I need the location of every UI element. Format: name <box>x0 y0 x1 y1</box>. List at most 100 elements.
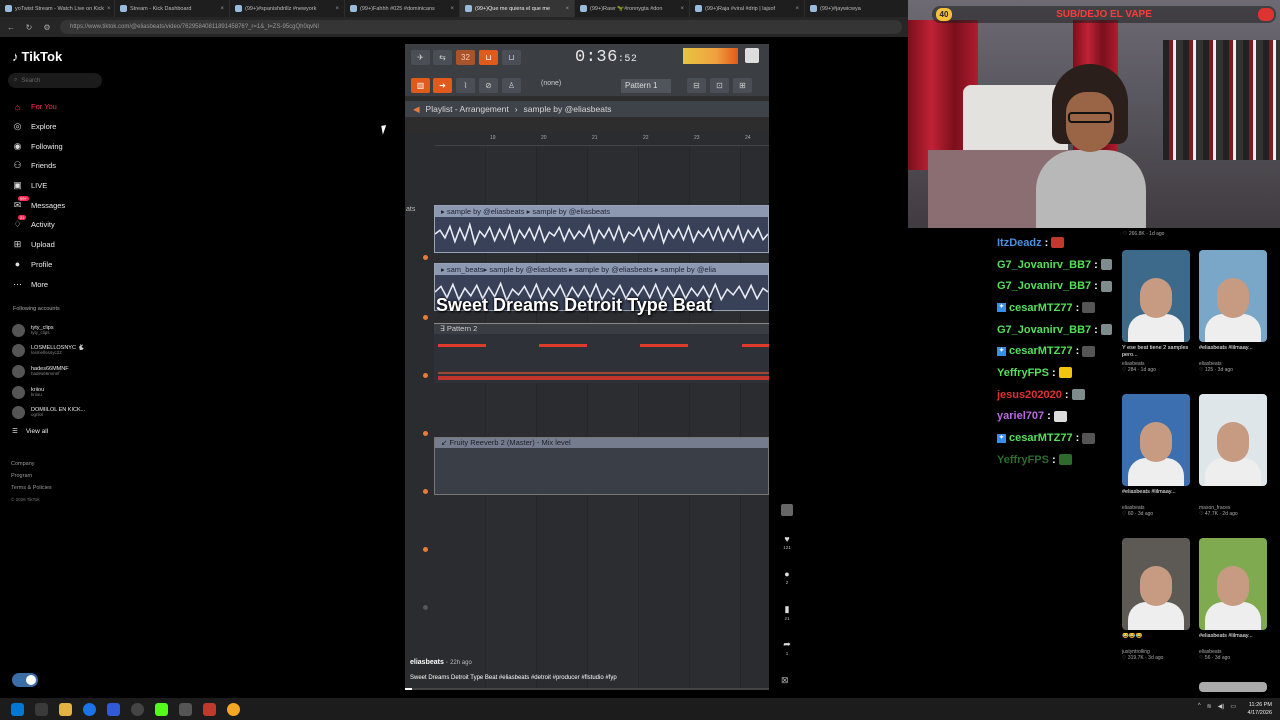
video-card[interactable]: mason_fraces ♡ 47.7K · 2d ago <box>1199 394 1269 517</box>
tiktok-logo[interactable]: ♪ TikTok <box>12 49 62 64</box>
video-card[interactable]: #eliasbeats #lilmaay... eliasbeats ♡ 125 ·… <box>1199 250 1269 373</box>
file-explorer-icon[interactable] <box>59 702 72 716</box>
taskbar-clock[interactable]: 11:26 PM 4/17/2026 <box>1248 701 1272 717</box>
settings-icon[interactable] <box>179 702 192 716</box>
browser-tab[interactable]: Stream - Kick Dashboard × <box>115 0 230 17</box>
video-player[interactable]: ✈ ⇆ 32 ⊔ ⊔ 0:36:52 ▥ ➜ ⌇ ⊘ ♙ (none) Patt… <box>405 44 769 690</box>
following-account[interactable]: hades66MMNF hades66mmnf <box>12 361 132 382</box>
video-thumbnail[interactable] <box>1199 250 1267 342</box>
account-handle: hades66mmnf <box>31 371 60 377</box>
browser-tab[interactable]: (99+)#jaywicwya× <box>805 0 908 17</box>
video-thumbnail[interactable] <box>1122 250 1190 342</box>
heart-button[interactable]: ♥ 121 <box>778 534 796 550</box>
video-thumbnail[interactable] <box>1199 394 1267 486</box>
chat-username[interactable]: cesarMTZ77 <box>1009 302 1073 314</box>
chat-username[interactable]: ItzDeadz <box>997 237 1042 249</box>
chat-username[interactable]: cesarMTZ77 <box>1009 432 1073 444</box>
nav-item-explore[interactable]: ◎ Explore <box>12 117 132 137</box>
author-avatar[interactable] <box>778 504 796 518</box>
chat-username[interactable]: jesus202020 <box>997 389 1062 401</box>
nav-item-friends[interactable]: ⚇ Friends <box>12 156 132 176</box>
chat-colon: : <box>1051 453 1056 466</box>
clock-date: 4/17/2026 <box>1247 710 1272 716</box>
following-account[interactable]: DOMIILOL EN KICK... ogrilol <box>12 402 132 423</box>
nav-item-messages[interactable]: ✉ 99+ Messages <box>12 195 132 215</box>
nav-item-more[interactable]: ⋯ More <box>12 274 132 294</box>
chrome-icon[interactable] <box>83 702 96 716</box>
following-account[interactable]: LOSMELLOSNYC 🐇 losmellosnyc22 <box>12 341 132 362</box>
nav-item-profile[interactable]: ● Profile <box>12 255 132 275</box>
browser-tab[interactable]: (99+)Raja #viral #drip | lajsof × <box>690 0 805 17</box>
nav-item-for-you[interactable]: ⌂ For You <box>12 97 132 117</box>
wifi-icon[interactable]: ≋ <box>1207 703 1212 710</box>
kick-icon[interactable] <box>155 702 168 716</box>
fl-link-icon: ⊘ <box>479 78 498 93</box>
tab-close-icon[interactable]: × <box>565 6 569 12</box>
tab-close-icon[interactable]: × <box>795 6 799 12</box>
browser-tab[interactable]: (99+)Que me quiera el que me × <box>460 0 575 17</box>
chat-emote-icon <box>1100 324 1112 336</box>
fl-studio-icon[interactable] <box>203 702 216 716</box>
following-account[interactable]: kriiou kriiou <box>12 382 132 403</box>
chat-username[interactable]: G7_Jovanirv_BB7 <box>997 280 1091 292</box>
browser-tab[interactable]: (99+)Rawr 🦖#ronnygta #don × <box>575 0 690 17</box>
bookmark-button[interactable]: ▮ 21 <box>778 604 796 621</box>
video-thumbnail[interactable] <box>1199 682 1267 692</box>
url-input[interactable]: https://www.tiktok.com/@eliasbeats/video… <box>60 20 902 34</box>
video-stats: ♡ 47.7K · 2d ago <box>1199 511 1238 517</box>
footer-terms-link[interactable]: Terms & Policies <box>11 482 52 494</box>
nav-item-live[interactable]: ▣ LIVE <box>12 176 132 196</box>
terminal-icon[interactable] <box>35 702 48 716</box>
comment-button[interactable]: ● 2 <box>778 569 796 585</box>
video-card[interactable]: #eliasbeats #lilmaay... eliasbeats ♡ 56 · … <box>1199 538 1269 661</box>
chat-username[interactable]: cesarMTZ77 <box>1009 345 1073 357</box>
video-card[interactable]: #eliasbeats #lilmaay... eliasbeats ♡ 60 · … <box>1122 394 1192 517</box>
video-card[interactable]: 😂😂😂 justyntrolling ♡ 319.7K · 3d ago <box>1122 538 1192 661</box>
video-close-icon[interactable]: ⊠ <box>781 675 789 686</box>
video-thumbnail[interactable] <box>1122 538 1190 630</box>
tab-close-icon[interactable]: × <box>107 6 111 12</box>
streamer <box>1036 64 1146 228</box>
nav-item-upload[interactable]: ⊞ Upload <box>12 235 132 255</box>
tab-close-icon[interactable]: × <box>335 6 339 12</box>
video-thumbnail[interactable] <box>1122 394 1190 486</box>
tab-close-icon[interactable]: × <box>450 6 454 12</box>
tab-close-icon[interactable]: × <box>680 6 684 12</box>
copyright: © 2026 TikTok <box>11 497 40 502</box>
app-icon[interactable] <box>227 702 240 716</box>
volume-icon[interactable]: ◀) <box>1218 703 1225 710</box>
back-icon[interactable]: ← <box>6 23 16 32</box>
obs-icon[interactable] <box>131 702 144 716</box>
nav-item-activity[interactable]: ♢ 21 Activity <box>12 215 132 235</box>
store-icon[interactable] <box>107 702 120 716</box>
view-all-link[interactable]: ☰ View all <box>12 427 48 436</box>
chevron-up-icon[interactable]: ^ <box>1198 703 1201 710</box>
chat-username[interactable]: yariel707 <box>997 410 1044 422</box>
chat-username[interactable]: YeffryFPS <box>997 454 1049 466</box>
search-input[interactable]: ⌕ Search <box>8 73 102 88</box>
browser-tab[interactable]: yoTwist Stream - Watch Live on Kick × <box>0 0 115 17</box>
chat-username[interactable]: G7_Jovanirv_BB7 <box>997 259 1091 271</box>
browser-tab[interactable]: (99+)#spanishdrillz #newyork × <box>230 0 345 17</box>
start-icon[interactable] <box>11 702 24 716</box>
video-author-name[interactable]: eliasbeats <box>410 659 444 666</box>
chat-message: G7_Jovanirv_BB7: <box>997 275 1112 297</box>
chat-username[interactable]: YeffryFPS <box>997 367 1049 379</box>
battery-icon[interactable]: ▭ <box>1230 703 1236 710</box>
share-button[interactable]: ➦ 1 <box>778 639 796 656</box>
streamer-body <box>1036 150 1146 228</box>
tab-close-icon[interactable]: × <box>220 6 224 12</box>
video-thumbnail[interactable] <box>1199 538 1267 630</box>
video-author[interactable]: eliasbeats · 22h ago <box>410 659 472 666</box>
nav-item-following[interactable]: ◉ Following <box>12 136 132 156</box>
theme-toggle[interactable] <box>12 673 38 687</box>
following-account[interactable]: tyty_clips tyty_clips <box>12 320 132 341</box>
browser-tab[interactable]: (99+)Fahhh #025 #dominicans × <box>345 0 460 17</box>
video-card[interactable]: Y ese beat tiene 2 samples pero... eliasb… <box>1122 250 1192 373</box>
reload-icon[interactable]: ↻ <box>24 23 34 32</box>
footer-program-link[interactable]: Program <box>11 470 52 482</box>
site-info-icon[interactable]: ⚙ <box>42 23 52 32</box>
video-progress-bar[interactable] <box>405 688 769 690</box>
chat-username[interactable]: G7_Jovanirv_BB7 <box>997 324 1091 336</box>
footer-company-link[interactable]: Company <box>11 458 52 470</box>
